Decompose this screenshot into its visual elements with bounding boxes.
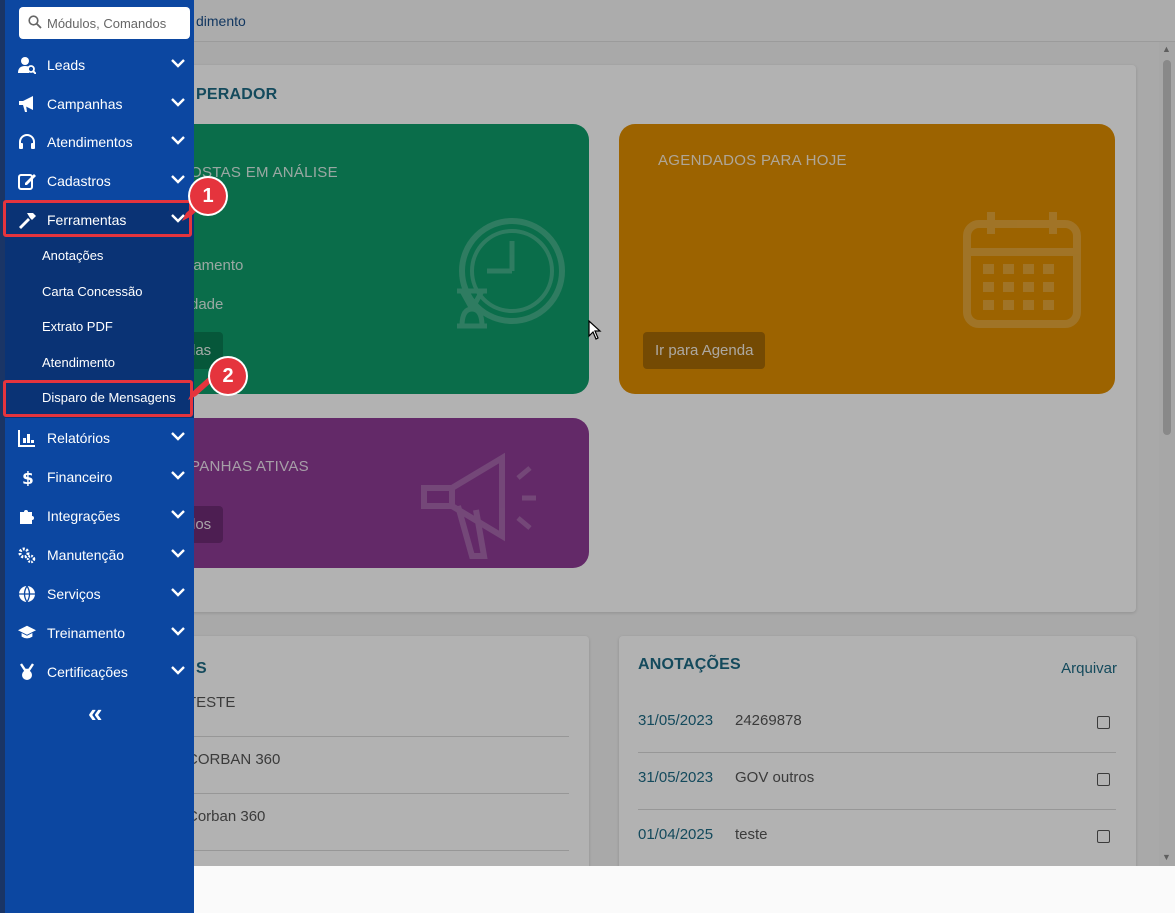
submenu-item-anotacoes[interactable]: Anotações xyxy=(5,238,194,273)
sidebar-item-label: Integrações xyxy=(47,508,121,524)
step-badge-2: 2 xyxy=(210,358,246,394)
svg-text:$: $ xyxy=(22,469,34,486)
sidebar-item-servicos[interactable]: Serviços xyxy=(5,574,194,613)
chevron-down-icon xyxy=(171,59,185,68)
chevron-down-icon xyxy=(171,588,185,597)
gears-icon xyxy=(18,546,36,564)
submenu-item-label: Anotações xyxy=(42,248,104,263)
medal-icon xyxy=(18,663,36,681)
sidebar-item-leads[interactable]: Leads xyxy=(5,45,194,84)
chevron-down-icon xyxy=(171,549,185,558)
search-input[interactable] xyxy=(47,12,187,34)
sidebar-item-label: Atendimentos xyxy=(47,134,133,150)
sidebar-item-label: Serviços xyxy=(47,586,101,602)
step-badge-1: 1 xyxy=(190,178,226,214)
sidebar-item-financeiro[interactable]: $ Financeiro xyxy=(5,457,194,496)
dollar-icon: $ xyxy=(18,468,36,486)
chevron-down-icon xyxy=(171,136,185,145)
sidebar-item-integracoes[interactable]: Integrações xyxy=(5,496,194,535)
submenu-item-carta-concessao[interactable]: Carta Concessão xyxy=(5,274,194,309)
sidebar-item-cadastros[interactable]: Cadastros xyxy=(5,161,194,200)
chevron-down-icon xyxy=(171,510,185,519)
submenu-item-label: Extrato PDF xyxy=(42,319,113,334)
chevron-down-icon xyxy=(171,175,185,184)
sidebar-item-label: Leads xyxy=(47,57,86,73)
mouse-cursor-icon xyxy=(588,320,602,340)
search-icon xyxy=(28,15,42,29)
sidebar-item-label: Relatórios xyxy=(47,430,111,446)
headset-icon xyxy=(18,133,36,151)
sidebar-item-treinamento[interactable]: Treinamento xyxy=(5,613,194,652)
sidebar-search xyxy=(19,7,190,39)
chevron-down-icon xyxy=(171,627,185,636)
collapse-sidebar-icon[interactable]: « xyxy=(88,700,102,726)
sidebar-item-relatorios[interactable]: Relatórios xyxy=(5,418,194,457)
chevron-down-icon xyxy=(171,98,185,107)
submenu-item-atendimento[interactable]: Atendimento xyxy=(5,345,194,380)
sidebar-item-label: Manutenção xyxy=(47,547,125,563)
submenu-item-extrato-pdf[interactable]: Extrato PDF xyxy=(5,309,194,344)
sidebar-item-campanhas[interactable]: Campanhas xyxy=(5,84,194,123)
sidebar-item-label: Treinamento xyxy=(47,625,126,641)
chart-icon xyxy=(18,429,36,447)
sidebar-item-manutencao[interactable]: Manutenção xyxy=(5,535,194,574)
globe-icon xyxy=(18,585,36,603)
edit-icon xyxy=(18,172,36,190)
sidebar-item-label: Campanhas xyxy=(47,96,123,112)
graduation-cap-icon xyxy=(18,624,36,642)
chevron-down-icon xyxy=(171,432,185,441)
submenu-item-label: Carta Concessão xyxy=(42,284,143,299)
user-search-icon xyxy=(18,56,36,74)
sidebar-item-atendimentos[interactable]: Atendimentos xyxy=(5,122,194,161)
highlight-ferramentas xyxy=(3,200,192,237)
sidebar-item-label: Cadastros xyxy=(47,173,111,189)
sidebar-item-label: Financeiro xyxy=(47,469,113,485)
chevron-down-icon xyxy=(171,471,185,480)
chevron-down-icon xyxy=(171,666,185,675)
sidebar-item-certificacoes[interactable]: Certificações xyxy=(5,652,194,691)
sidebar-item-label: Certificações xyxy=(47,664,128,680)
puzzle-icon xyxy=(18,507,36,525)
submenu-item-label: Atendimento xyxy=(42,355,115,370)
highlight-disparo-de-mensagens xyxy=(3,380,193,417)
megaphone-icon xyxy=(18,95,36,113)
